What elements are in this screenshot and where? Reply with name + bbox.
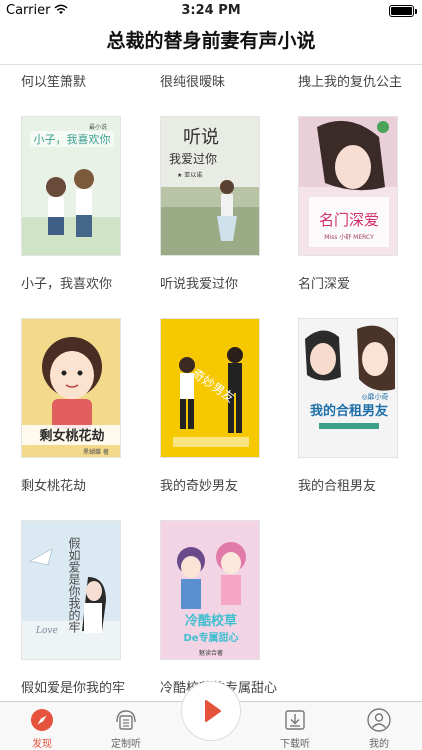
book-title[interactable]: 名门深爱 (298, 273, 350, 292)
book-cover[interactable]: 冷酷校草 De专属甜心 魅读合著 (160, 520, 260, 660)
book-item[interactable]: 小子，我喜欢你 最小说 小子，我喜欢你 (21, 116, 125, 292)
book-title[interactable]: 何以笙箫默 (21, 71, 86, 90)
cover-author: 最小说 (89, 123, 107, 131)
cover-title: 假如爱是你我的牢 (67, 537, 81, 633)
book-title[interactable]: 我的合租男友 (298, 475, 376, 494)
book-item[interactable]: 冷酷校草 De专属甜心 魅读合著 冷酷校草的专属甜心 (160, 520, 277, 696)
book-title[interactable]: 很纯很暧昧 (160, 71, 225, 90)
book-title[interactable]: 剩女桃花劫 (21, 475, 86, 494)
download-icon (283, 708, 307, 732)
book-item[interactable]: 名门深爱 Miss 小舒 MERCY 名门深爱 (298, 116, 402, 292)
compass-icon (30, 708, 54, 732)
battery-icon (389, 5, 417, 17)
book-item[interactable]: 奇妙男友 我的奇妙男友 (160, 318, 264, 494)
tab-label: 我的 (369, 739, 389, 750)
cover-title: 我的合租男友 (310, 403, 388, 419)
cover-title: 小子，我喜欢你 (34, 132, 111, 146)
book-grid[interactable]: 何以笙箫默 很纯很暧昧 拽上我的复仇公主 小子，我喜欢你 最小说 小子，我喜欢你 (0, 65, 422, 701)
cover-author: ★ 亚以诺 (177, 171, 202, 179)
headphones-book-icon (114, 708, 138, 732)
book-cover[interactable]: 剩女桃花劫 黑蝴蝶 著 (21, 318, 121, 458)
cover-author: 黑蝴蝶 著 (83, 448, 109, 456)
book-cover[interactable]: 我的合租男友 ◎靡小奇 (298, 318, 398, 458)
book-cover[interactable]: 奇妙男友 (160, 318, 260, 458)
book-item[interactable]: 假如爱是你我的牢 Love 假如爱是你我的牢 (21, 520, 125, 696)
book-item[interactable]: 我的合租男友 ◎靡小奇 我的合租男友 (298, 318, 402, 494)
status-bar: Carrier 3:24 PM (0, 0, 422, 22)
cover-author: Miss 小舒 MERCY (324, 233, 374, 241)
cover-title: 剩女桃花劫 (39, 428, 104, 444)
cover-author: 魅读合著 (199, 649, 223, 657)
cover-author: Love (35, 626, 58, 636)
book-cover[interactable]: 听说 我爱过你 ★ 亚以诺 (160, 116, 260, 256)
book-title[interactable]: 假如爱是你我的牢 (21, 677, 125, 696)
tab-mine[interactable]: 我的 (337, 702, 421, 750)
tab-custom-listen[interactable]: 定制听 (84, 702, 168, 750)
cover-author: ◎靡小奇 (361, 392, 388, 401)
cover-title: 名门深爱 (319, 211, 379, 229)
book-cover[interactable]: 假如爱是你我的牢 Love (21, 520, 121, 660)
tab-discover[interactable]: 发现 (0, 702, 84, 750)
page-title: 总裁的替身前妻有声小说 (106, 30, 316, 52)
book-item[interactable]: 听说 我爱过你 ★ 亚以诺 听说我爱过你 (160, 116, 264, 292)
play-icon (205, 700, 221, 722)
book-item[interactable]: 剩女桃花劫 黑蝴蝶 著 剩女桃花劫 (21, 318, 125, 494)
cover-title: 冷酷校草 (185, 613, 237, 629)
tab-label: 下载听 (280, 739, 310, 750)
book-cover[interactable]: 小子，我喜欢你 最小说 (21, 116, 121, 256)
cover-title: 听说 (183, 127, 219, 148)
book-cover[interactable]: 名门深爱 Miss 小舒 MERCY (298, 116, 398, 256)
book-title[interactable]: 我的奇妙男友 (160, 475, 238, 494)
book-title[interactable]: 小子，我喜欢你 (21, 273, 112, 292)
tab-label: 定制听 (111, 739, 141, 750)
cover-title-line2: De专属甜心 (183, 631, 238, 644)
cover-title-line2: 我爱过你 (169, 152, 217, 166)
book-title[interactable]: 听说我爱过你 (160, 273, 238, 292)
clock: 3:24 PM (181, 3, 241, 18)
user-icon (367, 708, 391, 732)
tab-download[interactable]: 下载听 (253, 702, 337, 750)
book-title[interactable]: 拽上我的复仇公主 (298, 71, 402, 90)
play-button[interactable] (181, 681, 241, 741)
tab-label: 发现 (32, 739, 52, 750)
